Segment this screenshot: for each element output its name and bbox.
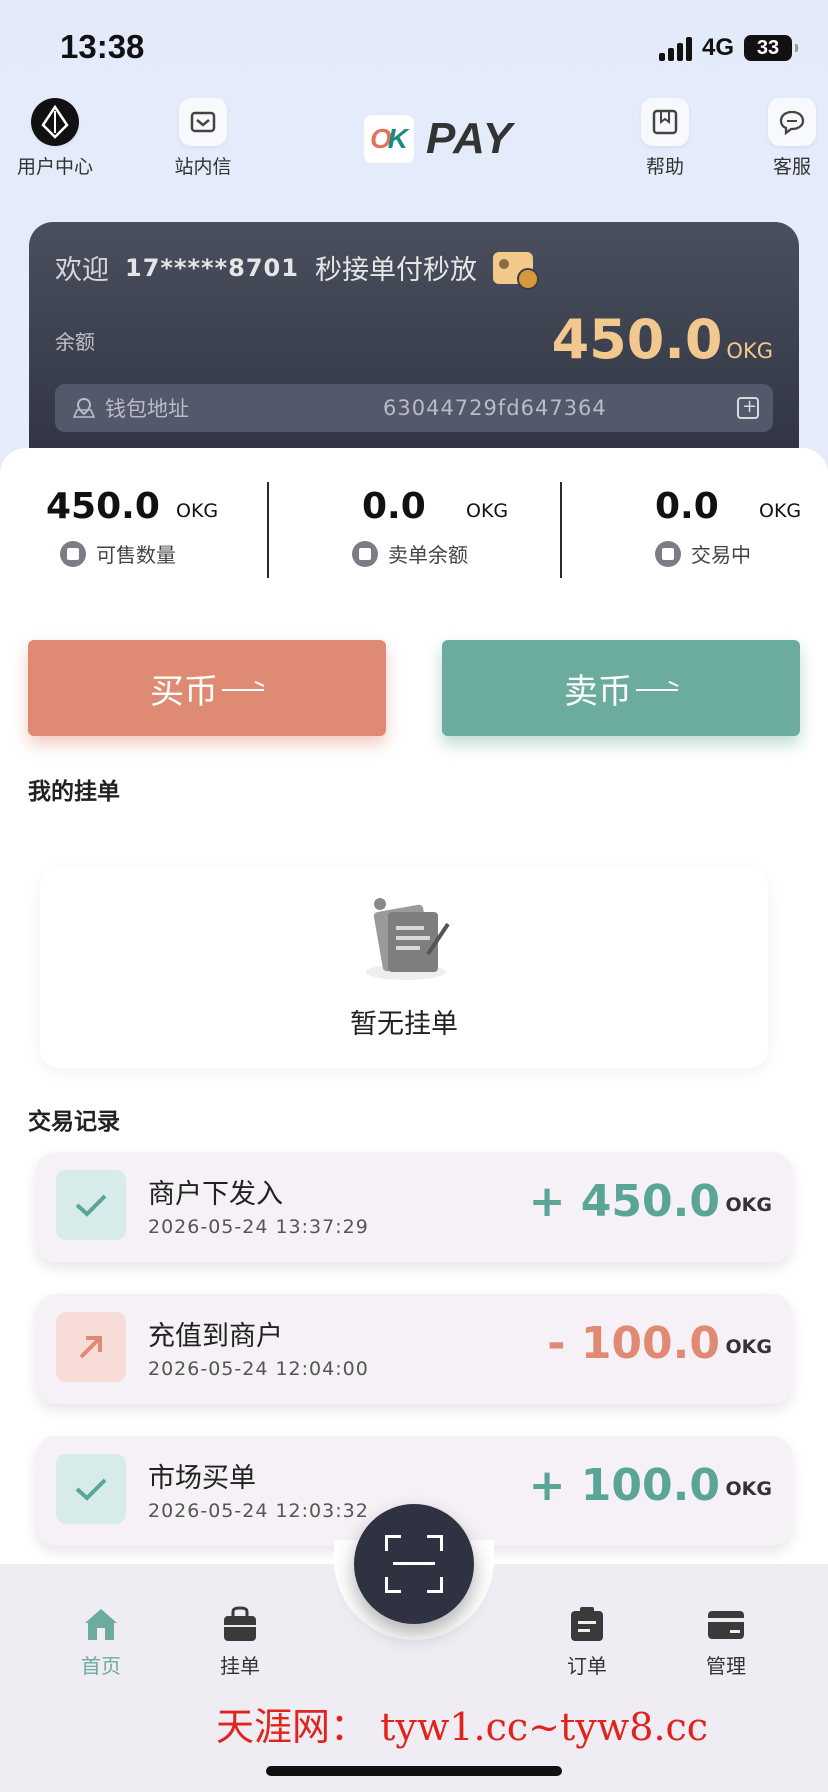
status-bar: 13:38 4G 33 [0, 0, 828, 98]
book-icon [641, 98, 689, 146]
balance-value: 450.0 OKG [552, 308, 773, 371]
chat-icon [768, 98, 816, 146]
arrow-up-right-icon [56, 1312, 126, 1382]
card-icon [708, 1611, 744, 1639]
scan-button[interactable] [354, 1504, 474, 1624]
nav-service[interactable]: 客服 [737, 98, 828, 179]
balance-amount: 450.0 [551, 308, 723, 371]
trading-icon [655, 540, 681, 567]
transaction-time: 2026-05-24 12:04:00 [148, 1358, 369, 1380]
tab-manage-label: 管理 [706, 1654, 746, 1678]
nav-help-label: 帮助 [645, 156, 684, 178]
arrow-right-icon [636, 689, 678, 691]
location-icon [72, 397, 96, 418]
top-nav: 用户中心 站内信 OK PAY 帮助 客服 [0, 98, 828, 188]
stat-divider [560, 482, 562, 578]
stat-unit: OKG [176, 500, 219, 522]
transaction-item[interactable]: 充值到商户 2026-05-24 12:04:00 - 100.0 OKG [36, 1294, 792, 1404]
stat-label: 可售数量 [96, 543, 176, 567]
home-icon [85, 1609, 117, 1640]
transaction-unit: OKG [725, 1336, 772, 1358]
wallet-address-label: 钱包地址 [105, 397, 189, 421]
my-orders-title: 我的挂单 [28, 779, 120, 805]
ok-logo-icon: OK [364, 115, 414, 163]
empty-document-icon [366, 898, 450, 980]
network-label: 4G [701, 34, 734, 61]
transaction-unit: OKG [725, 1478, 772, 1500]
tab-manage[interactable]: 管理 [671, 1606, 781, 1679]
stat-label: 卖单余额 [388, 543, 468, 567]
stat-available: 450.0 OKG 可售数量 [46, 486, 286, 568]
available-icon [60, 540, 86, 567]
copy-icon[interactable] [737, 396, 759, 419]
signal-icon [658, 35, 692, 61]
buy-coin-label: 买币 [150, 671, 218, 712]
user-slogan: 秒接单付秒放 [314, 255, 477, 286]
transaction-title: 商户下发入 [148, 1179, 283, 1210]
sell-coin-label: 卖币 [564, 671, 632, 712]
balance-unit: OKG [726, 339, 773, 363]
balance-label: 余额 [55, 330, 95, 354]
user-center-icon [31, 98, 79, 146]
home-indicator[interactable] [266, 1766, 562, 1776]
transaction-item[interactable]: 商户下发入 2026-05-24 13:37:29 + 450.0 OKG [36, 1152, 792, 1262]
check-icon [56, 1454, 126, 1524]
my-orders-empty-card: 暂无挂单 [40, 868, 768, 1068]
stat-label: 交易中 [691, 543, 751, 567]
transaction-time: 2026-05-24 13:37:29 [148, 1216, 369, 1238]
check-icon [56, 1170, 126, 1240]
tab-orders-label: 订单 [567, 1654, 607, 1678]
transaction-amount: - 100.0 [547, 1318, 720, 1369]
empty-orders-text: 暂无挂单 [350, 1009, 458, 1040]
main-panel: 450.0 OKG 可售数量 0.0 OKG 卖单余额 0.0 OKG 交易中 … [0, 448, 828, 1568]
stat-divider [267, 482, 269, 578]
stats-row: 450.0 OKG 可售数量 0.0 OKG 卖单余额 0.0 OKG 交易中 [0, 448, 828, 588]
wallet-address-value: 63044729fd647364 [383, 396, 607, 420]
status-time: 13:38 [60, 28, 145, 65]
watermark-text: 天涯网： tyw1.cc~tyw8.cc [216, 1705, 709, 1749]
stat-trading: 0.0 OKG 交易中 [655, 486, 828, 568]
battery-icon: 33 [744, 35, 798, 61]
nav-help[interactable]: 帮助 [610, 98, 720, 179]
stat-sell-balance: 0.0 OKG 卖单余额 [352, 486, 602, 568]
stat-unit: OKG [759, 500, 802, 522]
transaction-amount: + 450.0 [528, 1176, 720, 1227]
brand-text: PAY [426, 114, 513, 163]
verified-badge-icon [492, 251, 539, 290]
stat-unit: OKG [466, 500, 509, 522]
tab-orders[interactable]: 订单 [532, 1606, 642, 1679]
bag-icon [224, 1606, 256, 1641]
nav-user-center-label: 用户中心 [16, 156, 93, 178]
arrow-right-icon [222, 689, 264, 691]
wallet-address-bar[interactable]: 钱包地址 63044729fd647364 [55, 384, 773, 432]
nav-service-label: 客服 [772, 156, 811, 178]
sell-balance-icon [352, 540, 378, 567]
stat-value: 0.0 [655, 486, 719, 527]
transactions-title: 交易记录 [28, 1109, 120, 1135]
clipboard-icon [571, 1607, 603, 1641]
nav-user-center[interactable]: 用户中心 [0, 98, 110, 179]
tab-home-label: 首页 [81, 1654, 121, 1678]
nav-messages[interactable]: 站内信 [148, 98, 258, 179]
sell-coin-button[interactable]: 卖币 [442, 640, 800, 736]
welcome-row: 欢迎 17*****8701 秒接单付秒放 [55, 248, 539, 290]
tab-home[interactable]: 首页 [46, 1606, 156, 1679]
scan-icon [385, 1535, 443, 1593]
transaction-amount: + 100.0 [528, 1460, 720, 1511]
wallet-card: 欢迎 17*****8701 秒接单付秒放 余额 450.0 OKG 钱包地址 … [29, 222, 799, 482]
stat-value: 450.0 [46, 486, 160, 527]
transaction-unit: OKG [725, 1194, 772, 1216]
tab-listing[interactable]: 挂单 [185, 1606, 295, 1679]
user-phone: 17*****8701 [125, 253, 299, 282]
tab-listing-label: 挂单 [220, 1654, 260, 1678]
transaction-title: 充值到商户 [148, 1321, 283, 1352]
welcome-text: 欢迎 [55, 255, 109, 286]
buy-coin-button[interactable]: 买币 [28, 640, 386, 736]
brand-logo: OK PAY [364, 114, 513, 164]
transaction-title: 市场买单 [148, 1463, 256, 1494]
status-indicators: 4G 33 [658, 34, 798, 62]
nav-messages-label: 站内信 [174, 156, 232, 178]
transaction-time: 2026-05-24 12:03:32 [148, 1500, 369, 1522]
mail-icon [179, 98, 227, 146]
